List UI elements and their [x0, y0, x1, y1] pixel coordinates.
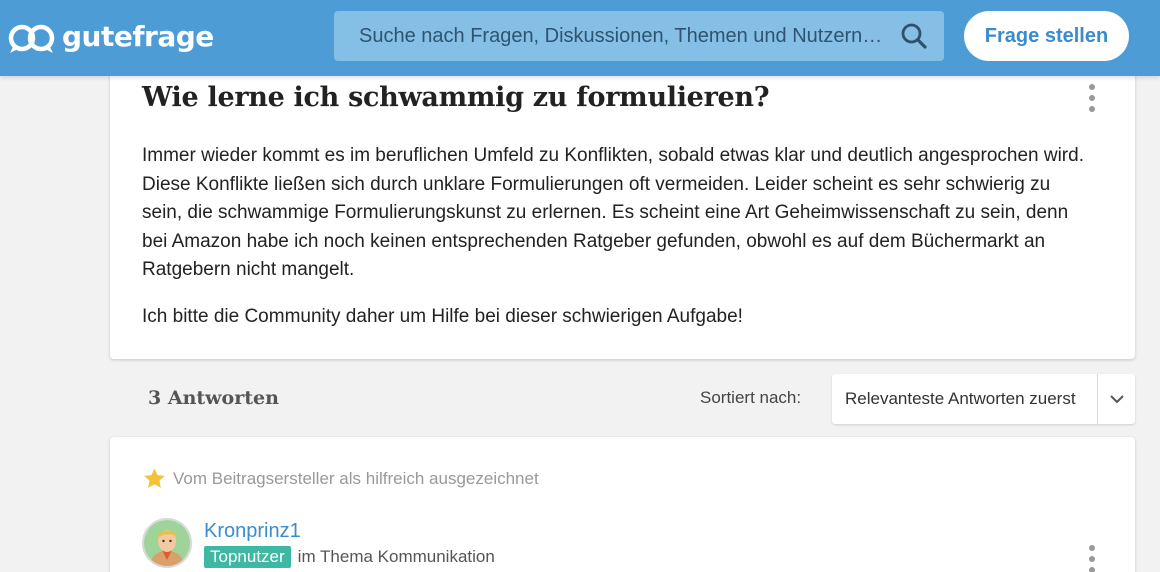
question-card: Wie lerne ich schwammig zu formulieren? … — [110, 60, 1135, 359]
question-body: Immer wieder kommt es im beruflichen Umf… — [142, 142, 1092, 331]
search-icon[interactable] — [884, 11, 944, 61]
helpful-text: Vom Beitragsersteller als hilfreich ausg… — [173, 469, 539, 488]
search-bar — [334, 11, 944, 61]
more-options-icon[interactable] — [1080, 80, 1104, 116]
search-input[interactable] — [334, 11, 884, 61]
answers-count: 3 Antworten — [148, 387, 279, 409]
ask-question-button[interactable]: Frage stellen — [964, 11, 1129, 61]
helpful-indicator: Vom Beitragsersteller als hilfreich ausg… — [142, 467, 539, 491]
top-header: gutefrage Frage stellen — [0, 0, 1160, 76]
logo[interactable]: gutefrage — [8, 18, 214, 58]
more-options-icon[interactable] — [1080, 541, 1104, 572]
status-badge: Topnutzer — [204, 546, 291, 568]
author-name[interactable]: Kronprinz1 — [204, 520, 301, 543]
avatar[interactable] — [142, 518, 192, 568]
answers-toolbar: 3 Antworten Sortiert nach: Relevanteste … — [110, 374, 1135, 424]
question-title: Wie lerne ich schwammig zu formulieren? — [142, 82, 770, 113]
author-meta: Topnutzer im Thema Kommunikation — [204, 546, 495, 568]
logo-text: gutefrage — [62, 19, 214, 53]
question-paragraph: Immer wieder kommt es im beruflichen Umf… — [142, 145, 1084, 280]
sort-label: Sortiert nach: — [700, 388, 802, 407]
question-paragraph: Ich bitte die Community daher um Hilfe b… — [142, 305, 743, 327]
chevron-down-icon[interactable] — [1097, 374, 1135, 424]
sort-value: Relevanteste Antworten zuerst — [845, 389, 1076, 408]
author-topic: im Thema Kommunikation — [297, 547, 495, 566]
star-icon — [144, 468, 165, 488]
sort-dropdown[interactable]: Relevanteste Antworten zuerst — [832, 374, 1135, 424]
logo-icon — [8, 24, 55, 53]
answer-card: Vom Beitragsersteller als hilfreich ausg… — [110, 437, 1135, 572]
